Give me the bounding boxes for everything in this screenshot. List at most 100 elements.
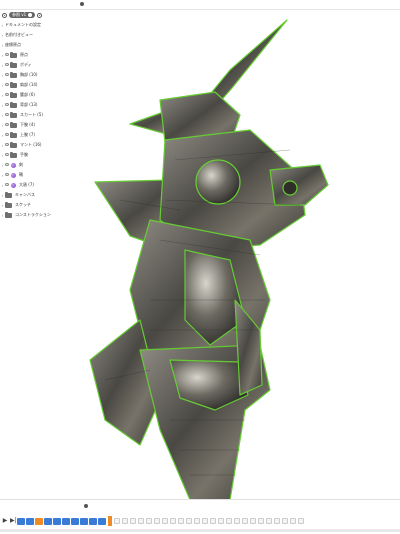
timeline-ghost-feature-icon[interactable] — [290, 518, 296, 524]
visibility-eye-icon[interactable] — [5, 173, 10, 177]
browser-item-label: 胸部 (10) — [20, 72, 38, 77]
browser-item-waist[interactable]: › 腰部 (6) — [0, 90, 72, 100]
play-button[interactable]: ▶ — [2, 517, 8, 525]
folder-icon — [10, 81, 17, 88]
browser-item-origin[interactable]: › 原点 — [0, 50, 72, 60]
browser-item-label: ボディ — [20, 62, 32, 67]
browser-item-label: 剣 — [19, 162, 23, 167]
browser-item-big-shield[interactable]: › 大盾 (7) — [0, 180, 72, 190]
timeline-ghost-feature-icon[interactable] — [146, 518, 152, 524]
timeline-body-icon[interactable] — [44, 517, 52, 525]
browser-item-document-settings[interactable]: › ドキュメントの設定 — [0, 20, 72, 30]
component-icon — [11, 162, 16, 168]
timeline-ghost-feature-icon[interactable] — [234, 518, 240, 524]
timeline-ghost-feature-icon[interactable] — [130, 518, 136, 524]
timeline-features — [16, 517, 106, 525]
model-shoulder-orb — [195, 159, 241, 205]
folder-icon — [10, 121, 17, 128]
browser-item-chest[interactable]: › 胸部 (10) — [0, 70, 72, 80]
browser-item-mantle[interactable]: › マント (16) — [0, 140, 72, 150]
timeline-body-icon[interactable] — [80, 517, 88, 525]
folder-icon — [10, 111, 17, 118]
timeline-ghost-feature-icon[interactable] — [250, 518, 256, 524]
browser-item-shoulder[interactable]: › 肩部 (14) — [0, 80, 72, 90]
timeline-ghost-features — [112, 518, 304, 524]
browser-item-label: ドキュメントの設定 — [5, 22, 41, 27]
timeline-ghost-feature-icon[interactable] — [274, 518, 280, 524]
activate-icon[interactable] — [37, 12, 43, 18]
browser-item-canvas[interactable]: › キャンバス — [0, 190, 72, 200]
root-component-pill[interactable]: 参照 v1 — [9, 12, 36, 18]
browser-item-label: スカート (5) — [20, 112, 43, 117]
browser-item-label: 上腕 (7) — [20, 132, 35, 137]
browser-item-label: 名前付きビュー — [5, 32, 33, 37]
timeline-body-icon[interactable] — [26, 517, 34, 525]
timeline: ▶ ▶| — [0, 515, 400, 527]
timeline-ghost-feature-icon[interactable] — [226, 518, 232, 524]
browser-item-label: コンストラクション — [15, 212, 51, 217]
folder-icon — [10, 61, 17, 68]
browser-item-label: 腰部 (6) — [20, 92, 35, 97]
toolbar-handle-icon[interactable] — [80, 2, 84, 6]
browser-item-sword[interactable]: › 剣 — [0, 160, 72, 170]
browser-item-label: 座標原点 — [5, 42, 21, 47]
folder-icon — [10, 51, 17, 58]
browser-item-label: マント (16) — [20, 142, 42, 147]
folder-icon — [10, 141, 17, 148]
folder-icon — [10, 71, 17, 78]
timeline-ghost-feature-icon[interactable] — [266, 518, 272, 524]
browser-item-named-views[interactable]: › 名前付きビュー — [0, 30, 72, 40]
browser-item-label: 原点 — [20, 52, 28, 57]
browser-item-skirt[interactable]: › スカート (5) — [0, 110, 72, 120]
visibility-eye-icon[interactable] — [5, 183, 10, 187]
browser-item-label: スケッチ — [15, 202, 31, 207]
folder-icon — [10, 101, 17, 108]
browser-item-hand[interactable]: › 手腕 — [0, 150, 72, 160]
radio-icon[interactable] — [2, 12, 7, 18]
browser-item-origin-coords[interactable]: › 座標原点 — [0, 40, 72, 50]
component-icon — [11, 172, 16, 178]
timeline-ghost-feature-icon[interactable] — [282, 518, 288, 524]
timeline-body-icon[interactable] — [17, 517, 25, 525]
timeline-ghost-feature-icon[interactable] — [242, 518, 248, 524]
browser-item-sheath[interactable]: › 鞘 — [0, 170, 72, 180]
model-arm — [269, 164, 329, 206]
browser-item-label: 手腕 — [20, 152, 28, 157]
browser-item-upper-arm[interactable]: › 上腕 (7) — [0, 130, 72, 140]
timeline-ghost-feature-icon[interactable] — [202, 518, 208, 524]
timeline-ghost-feature-icon[interactable] — [298, 518, 304, 524]
timeline-body-icon[interactable] — [89, 517, 97, 525]
timeline-scrollbar[interactable] — [0, 529, 400, 532]
bottom-handle-icon[interactable] — [84, 504, 88, 508]
timeline-body-icon[interactable] — [71, 517, 79, 525]
visibility-eye-icon[interactable] — [5, 163, 10, 167]
timeline-ghost-feature-icon[interactable] — [178, 518, 184, 524]
timeline-ghost-feature-icon[interactable] — [162, 518, 168, 524]
browser-panel: 参照 v1 › ドキュメントの設定 › 名前付きビュー › 座標原点 › 原点 … — [0, 10, 72, 220]
timeline-body-icon[interactable] — [98, 517, 106, 525]
folder-icon — [10, 151, 17, 158]
browser-item-lower-arm[interactable]: › 下腕 (4) — [0, 120, 72, 130]
timeline-sketch-icon[interactable] — [35, 517, 43, 525]
timeline-ghost-feature-icon[interactable] — [170, 518, 176, 524]
browser-item-bodies[interactable]: › ボディ — [0, 60, 72, 70]
timeline-ghost-feature-icon[interactable] — [218, 518, 224, 524]
timeline-body-icon[interactable] — [53, 517, 61, 525]
timeline-ghost-feature-icon[interactable] — [154, 518, 160, 524]
timeline-body-icon[interactable] — [62, 517, 70, 525]
timeline-ghost-feature-icon[interactable] — [138, 518, 144, 524]
model-horn — [206, 19, 288, 105]
browser-item-back[interactable]: › 背部 (13) — [0, 100, 72, 110]
timeline-ghost-feature-icon[interactable] — [258, 518, 264, 524]
browser-item-sketch[interactable]: › スケッチ — [0, 200, 72, 210]
timeline-ghost-feature-icon[interactable] — [114, 518, 120, 524]
timeline-ghost-feature-icon[interactable] — [210, 518, 216, 524]
folder-icon — [5, 191, 12, 198]
timeline-ghost-feature-icon[interactable] — [122, 518, 128, 524]
browser-item-label: 背部 (13) — [20, 102, 38, 107]
browser-header: 参照 v1 — [0, 10, 72, 20]
browser-item-label: 下腕 (4) — [20, 122, 35, 127]
browser-item-construction[interactable]: › コンストラクション — [0, 210, 72, 220]
timeline-ghost-feature-icon[interactable] — [186, 518, 192, 524]
timeline-ghost-feature-icon[interactable] — [194, 518, 200, 524]
